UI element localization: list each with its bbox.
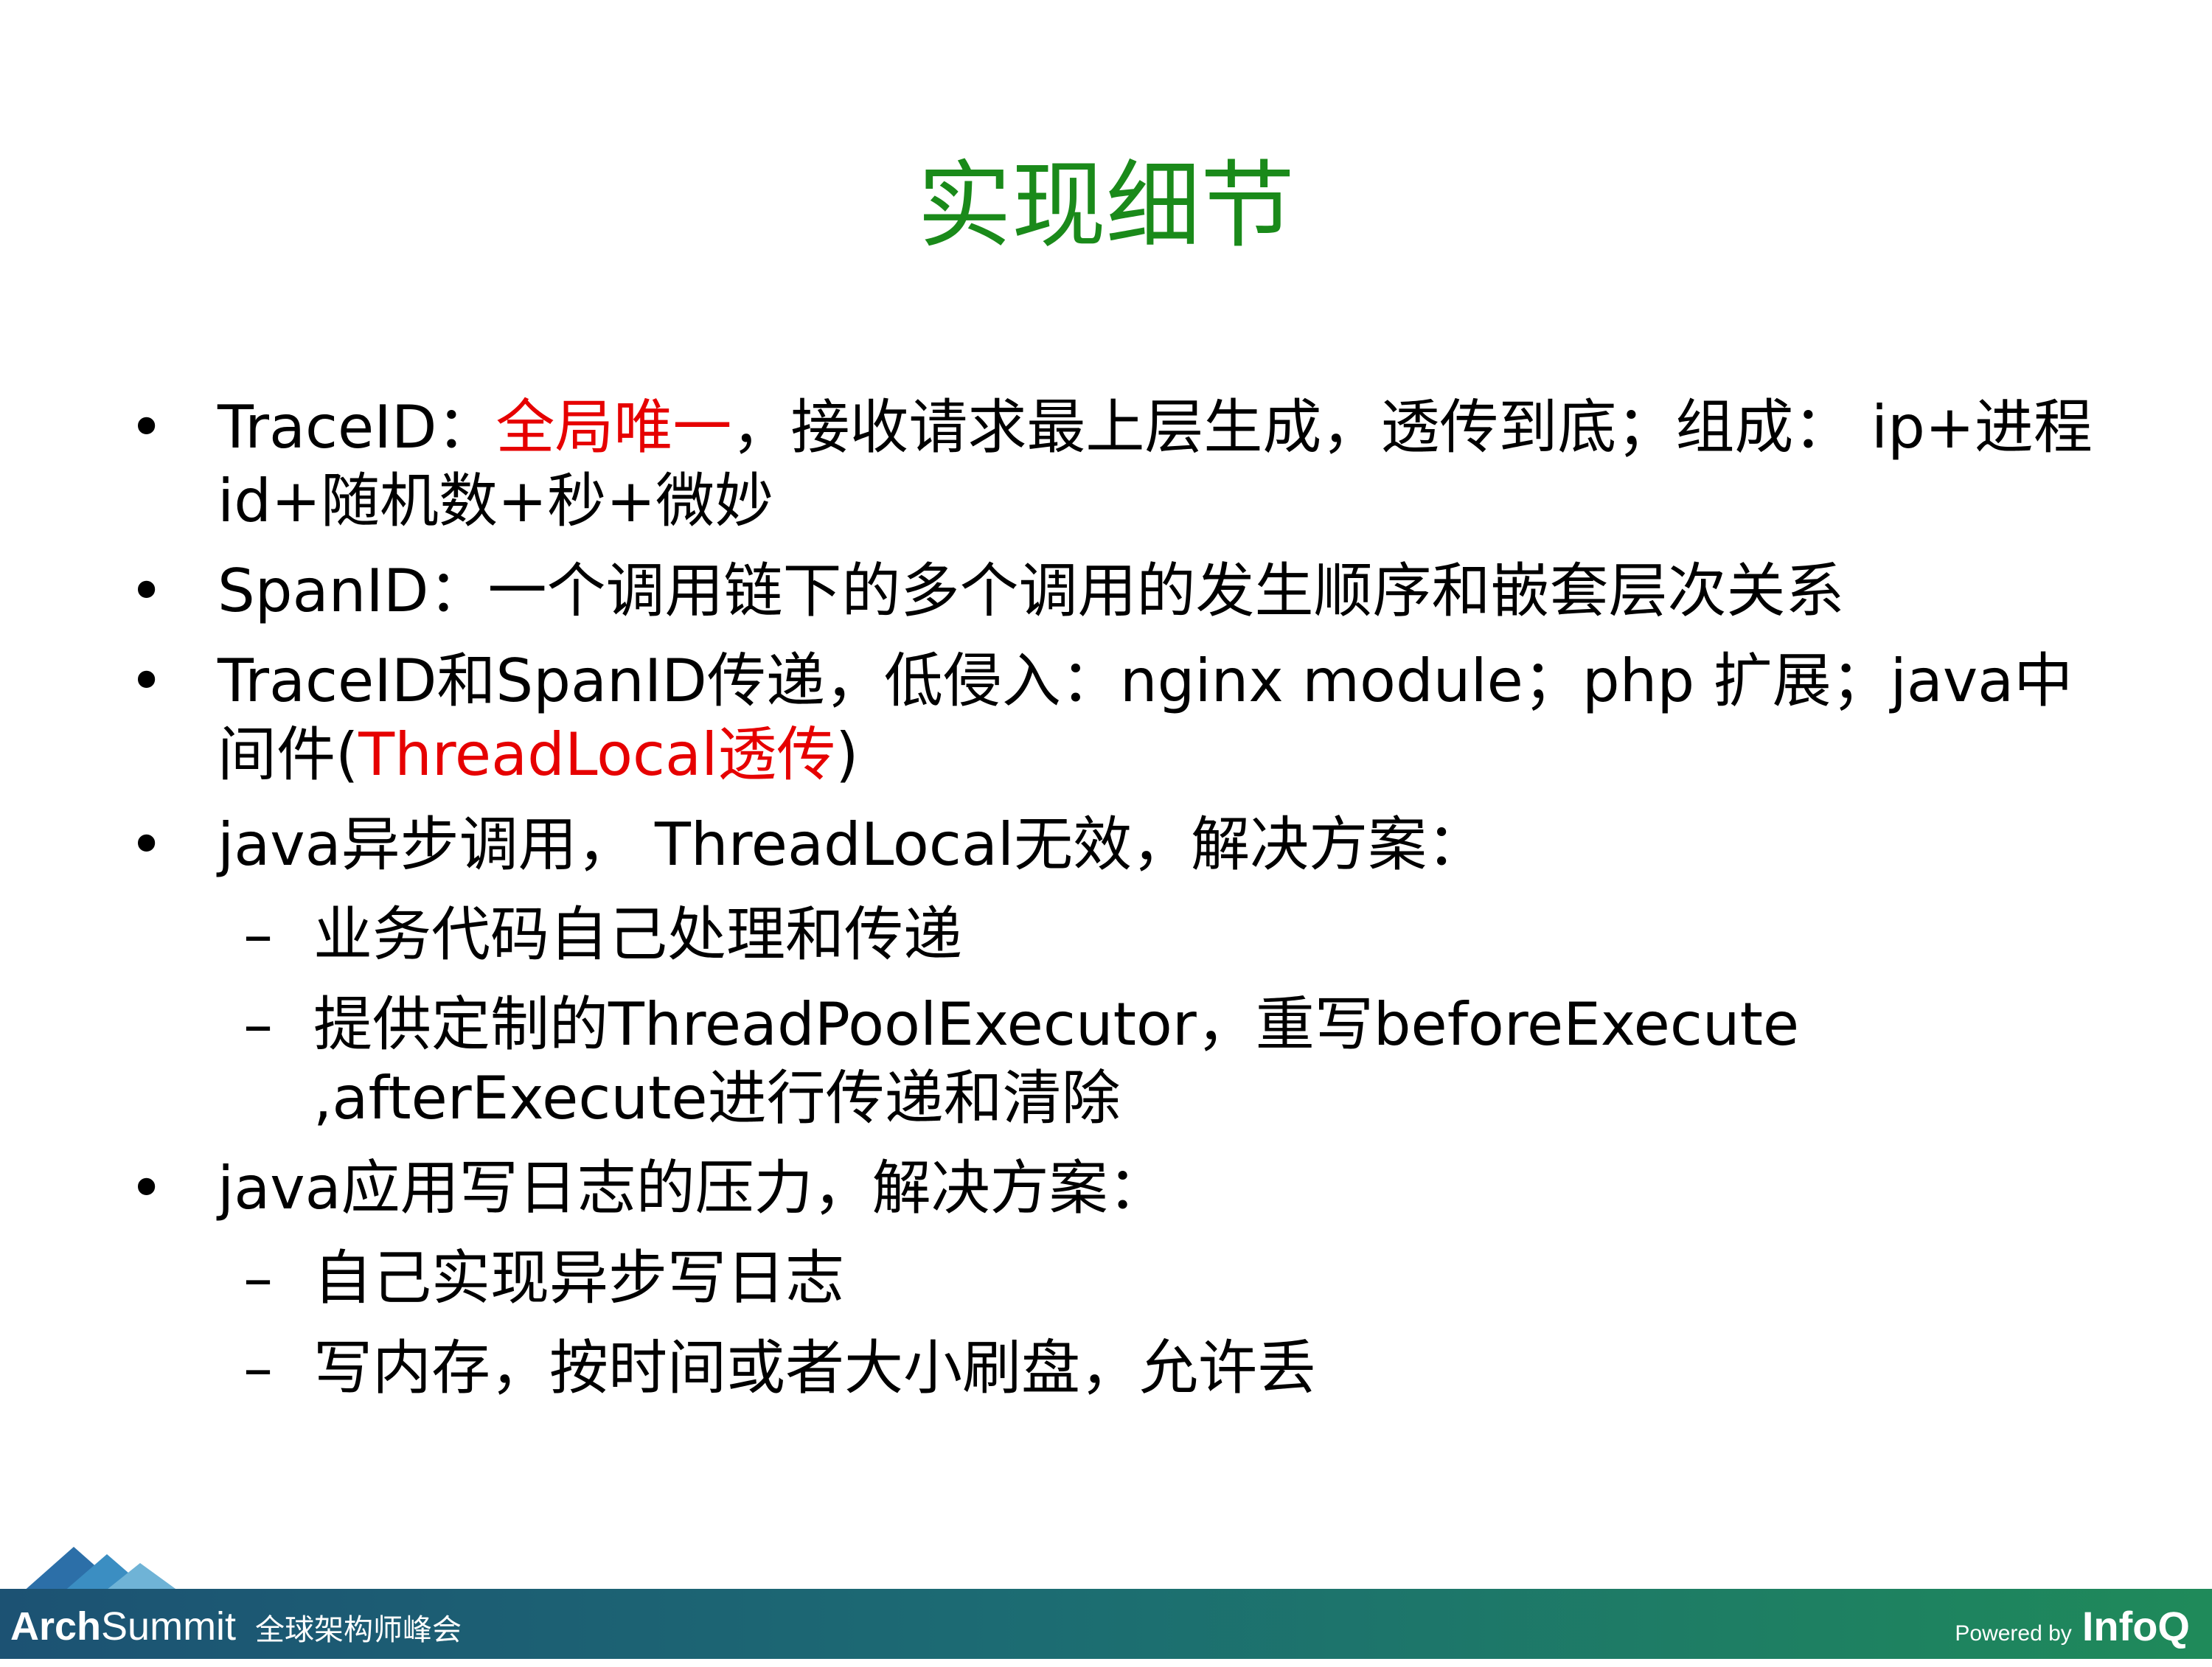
bullet-item-propagation: • TraceID和SpanID传递，低侵入：nginx module；php …	[129, 644, 2105, 792]
sub-item-flush: – 写内存，按时间或者大小刷盘，允许丢	[129, 1332, 2105, 1405]
bullet-marker: •	[129, 810, 164, 879]
sub-text: 业务代码自己处理和传递	[313, 900, 962, 969]
sub-text: 提供定制的ThreadPoolExecutor，重写beforeExecute …	[313, 990, 1800, 1132]
brand-name-regular: Summit	[101, 1604, 237, 1649]
powered-by-label: Powered by	[1955, 1621, 2072, 1646]
bullet-marker: •	[129, 557, 164, 625]
sub-item-async-log: – 自己实现异步写日志	[129, 1242, 2105, 1315]
sub-marker: –	[243, 1334, 273, 1402]
bullet-marker: •	[129, 393, 164, 462]
bullet-marker: •	[129, 1154, 164, 1222]
bullet-text: )	[835, 720, 859, 789]
bullet-item-traceid: • TraceID：全局唯一，接收请求最上层生成，透传到底；组成： ip+进程i…	[129, 391, 2105, 538]
bullet-highlight: 全局唯一	[495, 393, 732, 462]
sub-text: 自己实现异步写日志	[313, 1244, 844, 1312]
bullet-item-java-async: • java异步调用， ThreadLocal无效，解决方案：	[129, 808, 2105, 882]
mountain-logo-icon	[22, 1547, 181, 1593]
archsummit-logo: ArchSummit 全球架构师峰会	[10, 1597, 462, 1656]
bullet-list: • TraceID：全局唯一，接收请求最上层生成，透传到底；组成： ip+进程i…	[129, 391, 2105, 1421]
bullet-text: java应用写日志的压力，解决方案：	[218, 1154, 1167, 1222]
brand-subtitle: 全球架构师峰会	[255, 1614, 462, 1646]
bullet-item-spanid: • SpanID：一个调用链下的多个调用的发生顺序和嵌套层次关系	[129, 554, 2105, 628]
sub-item-threadpool: – 提供定制的ThreadPoolExecutor，重写beforeExecut…	[129, 988, 2105, 1135]
bullet-text: java异步调用， ThreadLocal无效，解决方案：	[218, 810, 1486, 879]
infoq-logo: InfoQ	[2081, 1603, 2190, 1649]
bullet-highlight: ThreadLocal透传	[358, 720, 836, 789]
brand-name-bold: Arch	[10, 1604, 102, 1649]
sub-marker: –	[243, 1244, 273, 1312]
bullet-text: SpanID：一个调用链下的多个调用的发生顺序和嵌套层次关系	[218, 557, 1845, 625]
slide: 实现细节 • TraceID：全局唯一，接收请求最上层生成，透传到底；组成： i…	[0, 0, 2212, 1659]
sub-marker: –	[243, 990, 273, 1059]
sub-text: 写内存，按时间或者大小刷盘，允许丢	[313, 1334, 1316, 1402]
powered-by-infoq: Powered by InfoQ	[1955, 1597, 2190, 1656]
sub-item-business-code: – 业务代码自己处理和传递	[129, 898, 2105, 972]
sub-marker: –	[243, 900, 273, 969]
slide-title: 实现细节	[917, 151, 1295, 261]
bullet-item-java-logging: • java应用写日志的压力，解决方案：	[129, 1152, 2105, 1225]
bullet-marker: •	[129, 647, 164, 715]
bullet-text: TraceID：	[218, 393, 496, 462]
